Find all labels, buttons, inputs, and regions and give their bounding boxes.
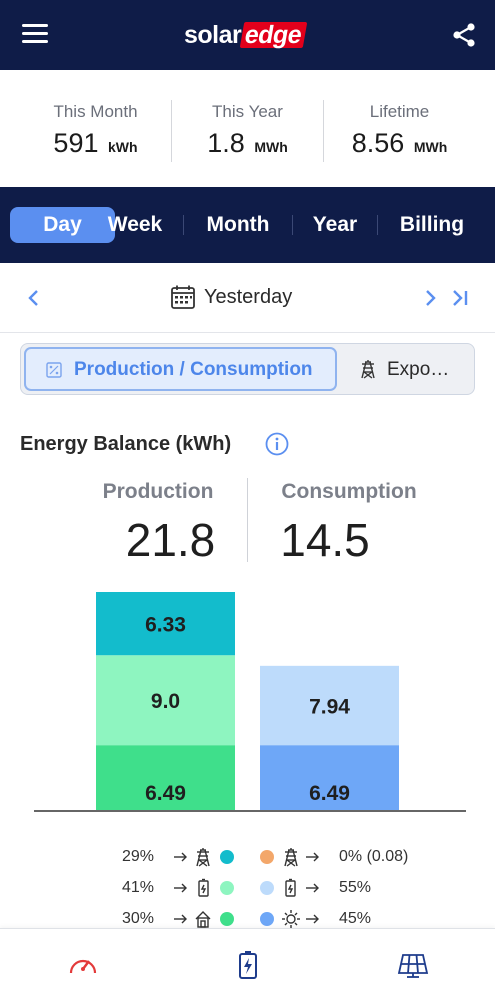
energy-summary: This Month 591 kWh This Year 1.8 MWh Lif… bbox=[0, 70, 495, 187]
tab-week[interactable]: Week bbox=[95, 207, 175, 243]
battery-charging-icon[interactable] bbox=[232, 949, 264, 981]
logo-text-left: solar bbox=[184, 20, 242, 49]
legend-right-percent: 55% bbox=[339, 879, 372, 896]
bar-value-label: 9.0 bbox=[151, 690, 180, 713]
legend-import-dot bbox=[260, 850, 274, 864]
summary-this-month: This Month 591 kWh bbox=[38, 102, 153, 159]
period-tabs: Day Week Month Year Billing bbox=[0, 187, 495, 263]
legend-left-percent: 30% bbox=[122, 910, 155, 927]
legend-right-percent: 0% (0.08) bbox=[339, 848, 409, 865]
summary-value: 1.8 bbox=[207, 128, 245, 158]
tab-separator bbox=[292, 215, 293, 235]
legend-left-percent: 29% bbox=[122, 848, 155, 865]
chevron-right-icon[interactable] bbox=[422, 287, 438, 309]
battery-arrow-icon bbox=[285, 878, 319, 897]
summary-unit: MWh bbox=[254, 139, 288, 155]
tab-separator bbox=[183, 215, 184, 235]
energy-balance-chart: 6.49 9.0 6.33 6.49 7.94 bbox=[34, 592, 466, 812]
grid-tower-icon bbox=[361, 360, 375, 379]
bar-value-label: 6.49 bbox=[309, 782, 350, 805]
export-toggle[interactable]: Expo… bbox=[339, 347, 472, 391]
bottom-navigation bbox=[0, 928, 495, 1000]
tab-month[interactable]: Month bbox=[193, 207, 283, 243]
summary-divider bbox=[323, 100, 324, 162]
dashboard-gauge-icon[interactable] bbox=[67, 949, 99, 981]
production-consumption-toggle[interactable]: Production / Consumption bbox=[24, 347, 337, 391]
tab-separator bbox=[377, 215, 378, 235]
date-picker[interactable]: Yesterday bbox=[170, 283, 292, 311]
date-label: Yesterday bbox=[204, 285, 293, 308]
energy-balance-title: Energy Balance (kWh) bbox=[20, 433, 232, 455]
legend-row: 30% 45% bbox=[0, 904, 495, 928]
summary-unit: MWh bbox=[413, 139, 448, 155]
legend-left-percent: 41% bbox=[122, 879, 155, 896]
arrow-grid-tower-icon bbox=[174, 848, 210, 867]
logo-text-right: edge bbox=[239, 21, 308, 49]
solar-panel-icon[interactable] bbox=[397, 949, 429, 981]
summary-label: Lifetime bbox=[369, 102, 430, 121]
chevron-left-icon[interactable] bbox=[26, 287, 42, 309]
summary-value-row: 8.56 MWh bbox=[342, 128, 457, 159]
legend-right-percent: 45% bbox=[339, 910, 372, 927]
summary-value: 8.56 bbox=[351, 128, 405, 158]
legend-solar-direct-dot bbox=[260, 912, 274, 926]
toggle-label: Expo… bbox=[387, 359, 450, 380]
summary-value-row: 591 kWh bbox=[38, 128, 153, 159]
summary-value-row: 1.8 MWh bbox=[190, 128, 305, 159]
legend-row: 41% 55% bbox=[0, 873, 495, 903]
percent-icon bbox=[46, 362, 62, 378]
summary-unit: kWh bbox=[108, 139, 138, 155]
bar-value-label: 7.94 bbox=[309, 695, 350, 718]
tab-billing[interactable]: Billing bbox=[388, 207, 476, 243]
solaredge-logo: solar edge bbox=[184, 20, 308, 50]
summary-value: 591 bbox=[53, 128, 99, 158]
bar-value-label: 6.49 bbox=[145, 782, 186, 805]
toggle-label: Production / Consumption bbox=[74, 359, 313, 380]
date-navigator: Yesterday bbox=[0, 263, 495, 333]
arrow-house-icon bbox=[174, 911, 211, 928]
share-icon[interactable] bbox=[451, 22, 477, 48]
legend-row: 29% 0% (0.08) bbox=[0, 842, 495, 872]
info-icon[interactable] bbox=[265, 432, 289, 456]
view-toggle: Production / Consumption Expo… bbox=[20, 343, 475, 395]
summary-divider bbox=[171, 100, 172, 162]
tab-year[interactable]: Year bbox=[300, 207, 370, 243]
skip-to-end-icon[interactable] bbox=[450, 287, 470, 309]
hamburger-menu-icon[interactable] bbox=[22, 24, 48, 46]
production-value: 21.8 bbox=[125, 514, 216, 566]
arrow-battery-icon bbox=[174, 878, 209, 897]
legend-export-dot bbox=[220, 850, 234, 864]
energy-legend: 29% 0% (0.08) 41% 55% 30% 45% bbox=[0, 840, 495, 928]
calendar-icon bbox=[171, 285, 195, 309]
top-app-bar: solar edge bbox=[0, 0, 495, 70]
summary-this-year: This Year 1.8 MWh bbox=[190, 102, 305, 159]
sun-arrow-icon bbox=[282, 910, 319, 928]
bar-value-label: 6.33 bbox=[145, 614, 186, 637]
legend-battery-discharge-dot bbox=[260, 881, 274, 895]
summary-label: This Month bbox=[53, 102, 138, 121]
consumption-label: Consumption bbox=[281, 480, 417, 503]
grid-tower-arrow-icon bbox=[284, 848, 319, 867]
summary-label: This Year bbox=[212, 102, 283, 121]
production-label: Production bbox=[102, 480, 214, 503]
balance-divider bbox=[247, 478, 248, 562]
legend-self-consumption-dot bbox=[220, 912, 234, 926]
legend-battery-charge-dot bbox=[220, 881, 234, 895]
summary-lifetime: Lifetime 8.56 MWh bbox=[342, 102, 457, 159]
consumption-value: 14.5 bbox=[280, 514, 370, 566]
